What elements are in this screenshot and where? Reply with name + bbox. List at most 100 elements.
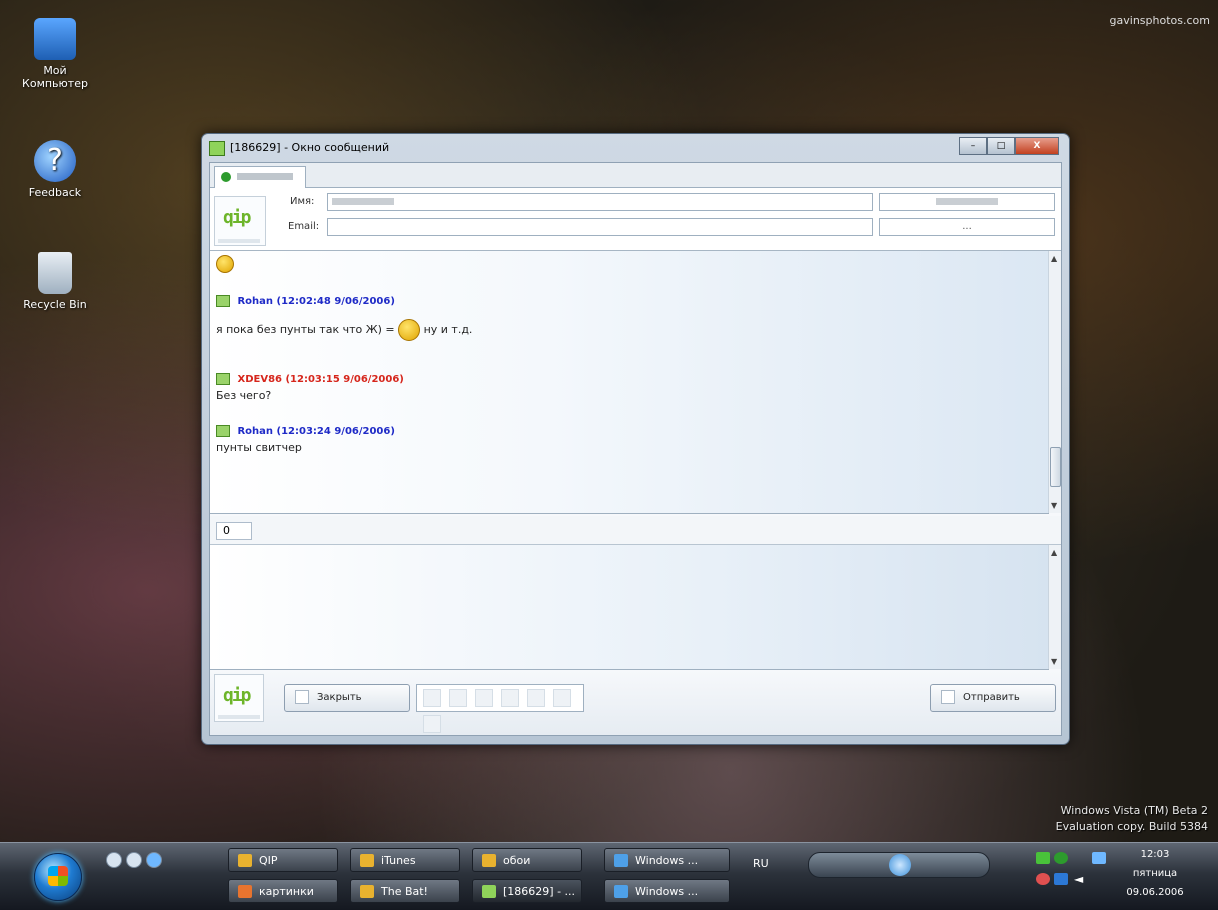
- desktop-icon-feedback[interactable]: ? Feedback: [10, 140, 100, 199]
- window-title: [186629] - Окно сообщений: [230, 141, 390, 154]
- counter-strip: 0: [210, 516, 1061, 545]
- quicklaunch-desktop-icon[interactable]: [106, 852, 122, 868]
- message-text: я пока без пунты так что Ж) = ну и т.д.: [216, 319, 472, 341]
- name-label: Имя:: [290, 196, 315, 207]
- clock-day: пятница: [1132, 868, 1178, 879]
- taskbar-button-pictures[interactable]: картинки: [228, 879, 338, 903]
- feedback-icon: ?: [34, 140, 76, 182]
- message-text-part: я пока без пунты так что Ж) =: [216, 323, 395, 336]
- name-field[interactable]: [327, 193, 873, 211]
- windows-logo-icon: [48, 866, 68, 886]
- watermark-line: Windows Vista (TM) Beta 2: [1060, 804, 1208, 817]
- media-player-toolbar[interactable]: [808, 852, 990, 878]
- taskbar-button-windows-1[interactable]: Windows ...: [604, 848, 730, 872]
- scroll-down-arrow-icon[interactable]: ▼: [1051, 657, 1057, 666]
- scroll-up-arrow-icon[interactable]: ▲: [1051, 548, 1057, 557]
- desktop-icon-label: Мой Компьютер: [22, 64, 88, 90]
- taskbar-button-label: [186629] - ...: [503, 885, 576, 898]
- toolbar-slot[interactable]: [501, 689, 519, 707]
- toolbar-slot[interactable]: [423, 689, 441, 707]
- email-field[interactable]: [327, 218, 873, 236]
- qip-logo: qip: [214, 674, 264, 722]
- desktop-icon-label: Feedback: [28, 186, 82, 199]
- folder-icon: [482, 854, 496, 867]
- minimize-button[interactable]: –: [959, 137, 987, 155]
- message-input[interactable]: [210, 545, 1049, 670]
- recycle-bin-icon: [38, 252, 72, 294]
- desktop-icon-recycle-bin[interactable]: Recycle Bin: [10, 252, 100, 311]
- message-author: XDEV86: [237, 374, 282, 385]
- checkbox-icon: [295, 690, 309, 704]
- history-scrollbar[interactable]: ▲ ▼: [1048, 251, 1061, 513]
- taskbar-button-wallpapers[interactable]: обои: [472, 848, 582, 872]
- qip-logo: qip: [214, 196, 266, 246]
- toolbar-slot[interactable]: [527, 689, 545, 707]
- message-author: Rohan: [237, 426, 274, 437]
- tray-qip-icon[interactable]: [1054, 852, 1068, 864]
- folder-icon: [360, 854, 374, 867]
- tray-alert-icon[interactable]: [1036, 873, 1050, 885]
- email-label: Email:: [288, 221, 320, 232]
- close-window-button[interactable]: X: [1015, 137, 1059, 155]
- message-text: пунты свитчер: [216, 441, 302, 454]
- smiley-icon: [398, 319, 421, 341]
- title-bar[interactable]: [186629] - Окно сообщений – □ X: [202, 134, 1069, 162]
- taskbar-button-qip[interactable]: QIP: [228, 848, 338, 872]
- close-button[interactable]: Закрыть: [284, 684, 410, 712]
- tab-label-redacted: [237, 173, 293, 180]
- toolbar-slot[interactable]: [475, 689, 493, 707]
- scroll-thumb[interactable]: [1050, 447, 1061, 487]
- maximize-button[interactable]: □: [987, 137, 1015, 155]
- message-timestamp: (12:03:15 9/06/2006): [285, 374, 404, 385]
- taskbar: QIP iTunes обои Windows ... картинки The…: [0, 842, 1218, 910]
- scroll-up-arrow-icon[interactable]: ▲: [1051, 254, 1057, 263]
- desktop-icon-my-computer[interactable]: Мой Компьютер: [10, 18, 100, 90]
- input-scrollbar[interactable]: ▲ ▼: [1048, 545, 1061, 669]
- taskbar-button-itunes[interactable]: iTunes: [350, 848, 460, 872]
- toolbar-slot[interactable]: [423, 715, 441, 733]
- smiles-toolbar[interactable]: [416, 684, 584, 733]
- more-info-button[interactable]: ...: [879, 218, 1055, 236]
- send-button-label: Отправить: [963, 692, 1020, 703]
- start-button[interactable]: [34, 853, 82, 901]
- taskbar-button-windows-2[interactable]: Windows ...: [604, 879, 730, 903]
- message-header: Rohan (12:03:24 9/06/2006): [216, 425, 395, 437]
- send-button[interactable]: Отправить: [930, 684, 1056, 712]
- message-window: [186629] - Окно сообщений – □ X qip Имя:…: [201, 133, 1070, 745]
- scroll-down-arrow-icon[interactable]: ▼: [1051, 501, 1057, 510]
- toolbar-slot[interactable]: [553, 689, 571, 707]
- tray-network-icon[interactable]: [1036, 852, 1050, 864]
- message-timestamp: (12:02:48 9/06/2006): [276, 296, 395, 307]
- taskbar-button-the-bat[interactable]: The Bat!: [350, 879, 460, 903]
- taskbar-button-qip-chat[interactable]: [186629] - ...: [472, 879, 582, 903]
- toolbar-slot[interactable]: [449, 689, 467, 707]
- quicklaunch-ie-icon[interactable]: [146, 852, 162, 868]
- ellipsis-label: ...: [962, 221, 972, 232]
- uin-field[interactable]: [879, 193, 1055, 211]
- clock-date: 09.06.2006: [1126, 887, 1184, 898]
- message-icon: [216, 295, 230, 307]
- tray-monitor-icon[interactable]: [1054, 873, 1068, 885]
- taskbar-button-label: iTunes: [381, 854, 416, 867]
- message-history[interactable]: Rohan (12:02:48 9/06/2006) я пока без пу…: [210, 251, 1049, 514]
- qip-window-icon: [209, 141, 225, 156]
- the-bat-icon: [360, 885, 374, 898]
- play-pause-icon[interactable]: [889, 854, 911, 876]
- message-icon: [216, 373, 230, 385]
- message-icon: [216, 425, 230, 437]
- window-client-area: qip Имя: Email: ... Rohan (12:02:48 9/06…: [209, 162, 1062, 736]
- taskbar-button-label: The Bat!: [381, 885, 428, 898]
- folder-icon: [238, 854, 252, 867]
- taskbar-button-label: QIP: [259, 854, 278, 867]
- message-header: Rohan (12:02:48 9/06/2006): [216, 295, 395, 307]
- system-clock[interactable]: 12:03 пятница 09.06.2006: [1100, 845, 1210, 902]
- language-indicator[interactable]: RU: [753, 857, 769, 870]
- folder-icon: [238, 885, 252, 898]
- character-counter: 0: [216, 522, 252, 540]
- bottom-toolbar: qip Закрыть Отправить: [210, 670, 1061, 735]
- tray-volume-icon[interactable]: ◄: [1074, 873, 1088, 885]
- tab-contact[interactable]: [214, 166, 306, 188]
- quicklaunch-switch-icon[interactable]: [126, 852, 142, 868]
- message-header: XDEV86 (12:03:15 9/06/2006): [216, 373, 404, 385]
- contact-info-panel: qip Имя: Email: ...: [210, 188, 1061, 251]
